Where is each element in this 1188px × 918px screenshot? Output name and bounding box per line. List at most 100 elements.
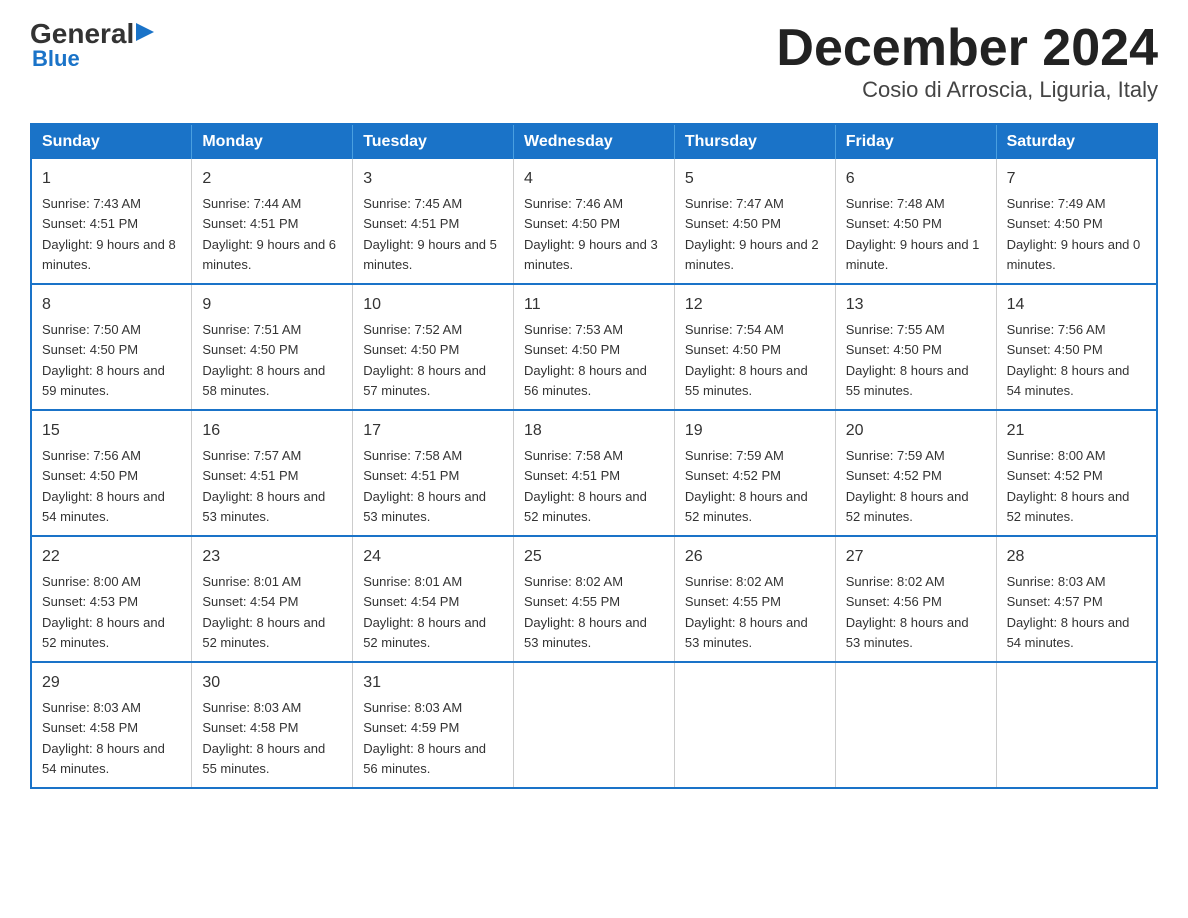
table-row: 25 Sunrise: 8:02 AMSunset: 4:55 PMDaylig… — [514, 536, 675, 662]
calendar-week-row: 8 Sunrise: 7:50 AMSunset: 4:50 PMDayligh… — [31, 284, 1157, 410]
day-info: Sunrise: 8:02 AMSunset: 4:56 PMDaylight:… — [846, 574, 969, 650]
day-number: 25 — [524, 545, 664, 569]
day-number: 26 — [685, 545, 825, 569]
day-number: 15 — [42, 419, 181, 443]
day-info: Sunrise: 7:44 AMSunset: 4:51 PMDaylight:… — [202, 196, 336, 272]
day-info: Sunrise: 8:03 AMSunset: 4:59 PMDaylight:… — [363, 700, 486, 776]
day-number: 23 — [202, 545, 342, 569]
calendar-week-row: 15 Sunrise: 7:56 AMSunset: 4:50 PMDaylig… — [31, 410, 1157, 536]
day-info: Sunrise: 7:51 AMSunset: 4:50 PMDaylight:… — [202, 322, 325, 398]
day-info: Sunrise: 7:56 AMSunset: 4:50 PMDaylight:… — [1007, 322, 1130, 398]
day-info: Sunrise: 8:03 AMSunset: 4:57 PMDaylight:… — [1007, 574, 1130, 650]
day-number: 24 — [363, 545, 503, 569]
table-row: 1 Sunrise: 7:43 AMSunset: 4:51 PMDayligh… — [31, 159, 192, 284]
day-number: 16 — [202, 419, 342, 443]
table-row: 23 Sunrise: 8:01 AMSunset: 4:54 PMDaylig… — [192, 536, 353, 662]
table-row: 24 Sunrise: 8:01 AMSunset: 4:54 PMDaylig… — [353, 536, 514, 662]
day-number: 1 — [42, 167, 181, 191]
day-info: Sunrise: 8:01 AMSunset: 4:54 PMDaylight:… — [202, 574, 325, 650]
table-row: 17 Sunrise: 7:58 AMSunset: 4:51 PMDaylig… — [353, 410, 514, 536]
day-info: Sunrise: 7:54 AMSunset: 4:50 PMDaylight:… — [685, 322, 808, 398]
day-info: Sunrise: 7:59 AMSunset: 4:52 PMDaylight:… — [846, 448, 969, 524]
table-row: 8 Sunrise: 7:50 AMSunset: 4:50 PMDayligh… — [31, 284, 192, 410]
table-row — [514, 662, 675, 788]
day-number: 14 — [1007, 293, 1146, 317]
page-header: General Blue December 2024 Cosio di Arro… — [30, 20, 1158, 103]
day-info: Sunrise: 7:50 AMSunset: 4:50 PMDaylight:… — [42, 322, 165, 398]
table-row: 6 Sunrise: 7:48 AMSunset: 4:50 PMDayligh… — [835, 159, 996, 284]
col-wednesday: Wednesday — [514, 124, 675, 159]
col-saturday: Saturday — [996, 124, 1157, 159]
day-number: 5 — [685, 167, 825, 191]
logo-general: General — [30, 20, 134, 48]
calendar-week-row: 29 Sunrise: 8:03 AMSunset: 4:58 PMDaylig… — [31, 662, 1157, 788]
day-info: Sunrise: 7:45 AMSunset: 4:51 PMDaylight:… — [363, 196, 497, 272]
calendar-table: Sunday Monday Tuesday Wednesday Thursday… — [30, 123, 1158, 789]
day-number: 4 — [524, 167, 664, 191]
table-row: 14 Sunrise: 7:56 AMSunset: 4:50 PMDaylig… — [996, 284, 1157, 410]
title-block: December 2024 Cosio di Arroscia, Liguria… — [776, 20, 1158, 103]
day-number: 9 — [202, 293, 342, 317]
day-number: 3 — [363, 167, 503, 191]
day-info: Sunrise: 7:52 AMSunset: 4:50 PMDaylight:… — [363, 322, 486, 398]
table-row: 26 Sunrise: 8:02 AMSunset: 4:55 PMDaylig… — [674, 536, 835, 662]
table-row: 7 Sunrise: 7:49 AMSunset: 4:50 PMDayligh… — [996, 159, 1157, 284]
day-number: 19 — [685, 419, 825, 443]
col-tuesday: Tuesday — [353, 124, 514, 159]
table-row: 22 Sunrise: 8:00 AMSunset: 4:53 PMDaylig… — [31, 536, 192, 662]
day-info: Sunrise: 7:47 AMSunset: 4:50 PMDaylight:… — [685, 196, 819, 272]
table-row: 10 Sunrise: 7:52 AMSunset: 4:50 PMDaylig… — [353, 284, 514, 410]
table-row: 30 Sunrise: 8:03 AMSunset: 4:58 PMDaylig… — [192, 662, 353, 788]
day-info: Sunrise: 7:58 AMSunset: 4:51 PMDaylight:… — [363, 448, 486, 524]
table-row: 9 Sunrise: 7:51 AMSunset: 4:50 PMDayligh… — [192, 284, 353, 410]
table-row: 27 Sunrise: 8:02 AMSunset: 4:56 PMDaylig… — [835, 536, 996, 662]
table-row: 2 Sunrise: 7:44 AMSunset: 4:51 PMDayligh… — [192, 159, 353, 284]
day-info: Sunrise: 7:59 AMSunset: 4:52 PMDaylight:… — [685, 448, 808, 524]
day-info: Sunrise: 7:58 AMSunset: 4:51 PMDaylight:… — [524, 448, 647, 524]
day-number: 7 — [1007, 167, 1146, 191]
day-number: 22 — [42, 545, 181, 569]
table-row — [674, 662, 835, 788]
table-row: 11 Sunrise: 7:53 AMSunset: 4:50 PMDaylig… — [514, 284, 675, 410]
day-number: 13 — [846, 293, 986, 317]
day-info: Sunrise: 7:48 AMSunset: 4:50 PMDaylight:… — [846, 196, 980, 272]
calendar-subtitle: Cosio di Arroscia, Liguria, Italy — [776, 77, 1158, 103]
table-row: 31 Sunrise: 8:03 AMSunset: 4:59 PMDaylig… — [353, 662, 514, 788]
day-number: 17 — [363, 419, 503, 443]
day-info: Sunrise: 7:43 AMSunset: 4:51 PMDaylight:… — [42, 196, 176, 272]
table-row: 16 Sunrise: 7:57 AMSunset: 4:51 PMDaylig… — [192, 410, 353, 536]
table-row: 28 Sunrise: 8:03 AMSunset: 4:57 PMDaylig… — [996, 536, 1157, 662]
table-row — [996, 662, 1157, 788]
col-sunday: Sunday — [31, 124, 192, 159]
day-number: 27 — [846, 545, 986, 569]
day-number: 12 — [685, 293, 825, 317]
table-row: 13 Sunrise: 7:55 AMSunset: 4:50 PMDaylig… — [835, 284, 996, 410]
day-info: Sunrise: 7:53 AMSunset: 4:50 PMDaylight:… — [524, 322, 647, 398]
table-row: 20 Sunrise: 7:59 AMSunset: 4:52 PMDaylig… — [835, 410, 996, 536]
table-row: 12 Sunrise: 7:54 AMSunset: 4:50 PMDaylig… — [674, 284, 835, 410]
col-monday: Monday — [192, 124, 353, 159]
day-number: 8 — [42, 293, 181, 317]
calendar-week-row: 22 Sunrise: 8:00 AMSunset: 4:53 PMDaylig… — [31, 536, 1157, 662]
day-number: 21 — [1007, 419, 1146, 443]
day-info: Sunrise: 8:00 AMSunset: 4:53 PMDaylight:… — [42, 574, 165, 650]
table-row: 5 Sunrise: 7:47 AMSunset: 4:50 PMDayligh… — [674, 159, 835, 284]
logo-blue: Blue — [32, 46, 80, 72]
day-number: 10 — [363, 293, 503, 317]
calendar-header-row: Sunday Monday Tuesday Wednesday Thursday… — [31, 124, 1157, 159]
day-info: Sunrise: 8:00 AMSunset: 4:52 PMDaylight:… — [1007, 448, 1130, 524]
day-number: 2 — [202, 167, 342, 191]
table-row: 4 Sunrise: 7:46 AMSunset: 4:50 PMDayligh… — [514, 159, 675, 284]
day-number: 28 — [1007, 545, 1146, 569]
day-number: 11 — [524, 293, 664, 317]
day-info: Sunrise: 7:56 AMSunset: 4:50 PMDaylight:… — [42, 448, 165, 524]
logo: General Blue — [30, 20, 154, 72]
calendar-week-row: 1 Sunrise: 7:43 AMSunset: 4:51 PMDayligh… — [31, 159, 1157, 284]
day-number: 30 — [202, 671, 342, 695]
table-row: 21 Sunrise: 8:00 AMSunset: 4:52 PMDaylig… — [996, 410, 1157, 536]
table-row: 18 Sunrise: 7:58 AMSunset: 4:51 PMDaylig… — [514, 410, 675, 536]
day-info: Sunrise: 8:02 AMSunset: 4:55 PMDaylight:… — [524, 574, 647, 650]
calendar-title: December 2024 — [776, 20, 1158, 77]
day-info: Sunrise: 8:03 AMSunset: 4:58 PMDaylight:… — [202, 700, 325, 776]
day-info: Sunrise: 8:03 AMSunset: 4:58 PMDaylight:… — [42, 700, 165, 776]
